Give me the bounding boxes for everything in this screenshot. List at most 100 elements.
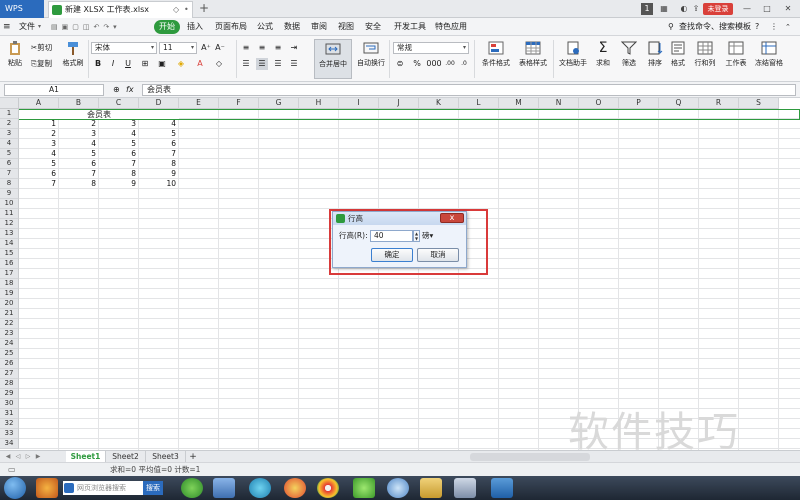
currency-icon[interactable]: ⊜ <box>394 58 406 70</box>
align-top-icon[interactable]: ≡ <box>240 42 252 54</box>
column-header-g[interactable]: G <box>259 98 299 109</box>
freeze-panes-button[interactable]: 冻结窗格 <box>752 39 786 79</box>
cell[interactable]: 7 <box>139 149 179 159</box>
format-painter-button[interactable]: 格式刷 <box>60 39 86 79</box>
cell[interactable]: 10 <box>139 179 179 189</box>
share-icon[interactable]: ⇪ <box>690 3 702 15</box>
cell[interactable]: 5 <box>99 139 139 149</box>
quick-access-icons[interactable]: ▤▣▢◫↶↷▾ <box>51 21 151 33</box>
menu-item-features[interactable]: 特色应用 <box>430 20 472 34</box>
menu-item-view[interactable]: 视图 <box>333 20 359 34</box>
wps-logo[interactable]: WPS <box>0 0 44 18</box>
filter-button[interactable]: 筛选 <box>617 39 641 79</box>
align-right-icon[interactable]: ☰ <box>272 58 284 70</box>
row-header-16[interactable]: 16 <box>0 259 19 269</box>
table-style-button[interactable]: 表格样式 <box>515 39 551 79</box>
cell[interactable]: 3 <box>19 139 59 149</box>
row-height-stepper[interactable]: ▲ ▼ <box>413 230 420 242</box>
column-header-m[interactable]: M <box>499 98 539 109</box>
name-box[interactable]: A1 <box>4 84 104 96</box>
column-header-n[interactable]: N <box>539 98 579 109</box>
paste-button[interactable]: 粘贴 <box>4 39 26 79</box>
folder-icon[interactable] <box>420 478 442 498</box>
row-header-25[interactable]: 25 <box>0 349 19 359</box>
row-header-18[interactable]: 18 <box>0 279 19 289</box>
row-header-13[interactable]: 13 <box>0 229 19 239</box>
cell[interactable]: 7 <box>59 169 99 179</box>
cell[interactable]: 9 <box>99 179 139 189</box>
collapse-ribbon-icon[interactable]: ⌃ <box>785 21 791 33</box>
last-sheet-icon[interactable]: ▶ <box>34 452 42 462</box>
row-header-27[interactable]: 27 <box>0 369 19 379</box>
cell[interactable]: 9 <box>139 169 179 179</box>
row-header-30[interactable]: 30 <box>0 399 19 409</box>
row-header-23[interactable]: 23 <box>0 329 19 339</box>
row-col-button[interactable]: 行和列 <box>691 39 719 79</box>
row-header-14[interactable]: 14 <box>0 239 19 249</box>
format-button[interactable]: 格式 <box>667 39 689 79</box>
cell[interactable]: 5 <box>59 149 99 159</box>
column-header-s[interactable]: S <box>739 98 779 109</box>
close-tab-icon[interactable]: • <box>184 2 189 17</box>
align-middle-icon[interactable]: ≡ <box>256 42 268 54</box>
border-icon[interactable]: ⊞ <box>139 58 151 70</box>
align-bottom-icon[interactable]: ≡ <box>272 42 284 54</box>
sum-button[interactable]: Σ 求和 <box>591 39 615 79</box>
font-color-icon[interactable]: A <box>194 58 206 70</box>
macro-icon[interactable]: ▭ <box>8 465 16 475</box>
sort-button[interactable]: 排序 <box>643 39 667 79</box>
cell[interactable]: 8 <box>139 159 179 169</box>
column-header-o[interactable]: O <box>579 98 619 109</box>
skin-icon[interactable]: ◐ <box>678 3 690 15</box>
fx-button[interactable]: fx <box>126 84 134 96</box>
clear-format-icon[interactable]: ◇ <box>213 58 225 70</box>
column-header-l[interactable]: L <box>459 98 499 109</box>
menu-item-review[interactable]: 审阅 <box>306 20 332 34</box>
italic-button[interactable]: I <box>107 58 119 70</box>
pin-icon[interactable]: ◇ <box>173 2 179 17</box>
column-header-f[interactable]: F <box>219 98 259 109</box>
row-header-7[interactable]: 7 <box>0 169 19 179</box>
cell[interactable]: 7 <box>99 159 139 169</box>
row-header-12[interactable]: 12 <box>0 219 19 229</box>
row-header-11[interactable]: 11 <box>0 209 19 219</box>
menu-item-start[interactable]: 开始 <box>154 20 180 34</box>
menu-item-formula[interactable]: 公式 <box>252 20 278 34</box>
doc-helper-button[interactable]: 文档助手 <box>557 39 589 79</box>
menu-item-page-layout[interactable]: 页面布局 <box>210 20 252 34</box>
row-header-3[interactable]: 3 <box>0 129 19 139</box>
more-icon[interactable]: ⋮ <box>770 21 778 33</box>
column-header-b[interactable]: B <box>59 98 99 109</box>
column-header-q[interactable]: Q <box>659 98 699 109</box>
wechat-icon[interactable] <box>353 478 375 498</box>
cell[interactable]: 3 <box>59 129 99 139</box>
select-all-corner[interactable] <box>0 98 19 109</box>
font-size-select[interactable]: 11 ▾ <box>159 42 197 54</box>
app-icon-2[interactable] <box>181 478 203 498</box>
row-header-21[interactable]: 21 <box>0 309 19 319</box>
wps-taskbar-icon[interactable] <box>491 478 513 498</box>
conditional-format-button[interactable]: 条件格式 <box>478 39 514 79</box>
font-name-select[interactable]: 宋体 ▾ <box>91 42 157 54</box>
app-icon-4[interactable] <box>249 478 271 498</box>
align-center-icon[interactable]: ☰ <box>256 58 268 70</box>
fill-color-icon[interactable]: ◈ <box>175 58 187 70</box>
merge-icon[interactable]: ▣ <box>156 58 168 70</box>
zoom-icon[interactable]: ⊕ <box>113 84 120 96</box>
chevron-down-icon[interactable]: ▾ <box>38 21 41 33</box>
minimize-icon[interactable]: — <box>741 3 753 15</box>
row-header-9[interactable]: 9 <box>0 189 19 199</box>
cell[interactable]: 8 <box>59 179 99 189</box>
unit-select[interactable]: 磅▾ <box>422 231 433 241</box>
bold-button[interactable]: B <box>92 58 104 70</box>
decrease-font-icon[interactable]: A⁻ <box>214 42 226 54</box>
merge-center-button[interactable]: 合并居中 <box>314 39 352 79</box>
cell[interactable]: 5 <box>19 159 59 169</box>
cell[interactable]: 6 <box>139 139 179 149</box>
taskbar-search-input[interactable]: 网页浏览器搜索 <box>63 481 143 495</box>
wrap-text-button[interactable]: 自动换行 <box>355 39 387 79</box>
cell[interactable]: 2 <box>19 129 59 139</box>
column-header-c[interactable]: C <box>99 98 139 109</box>
menu-file[interactable]: 文件 <box>14 20 40 34</box>
menu-item-security[interactable]: 安全 <box>360 20 386 34</box>
